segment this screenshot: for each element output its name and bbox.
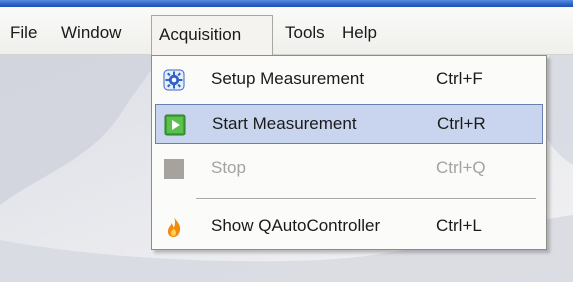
acquisition-dropdown-menu: Setup Measurement Ctrl+F Start Measureme… [151,55,547,250]
menu-acquisition[interactable]: Acquisition [151,15,273,55]
menu-item-label: Stop [211,158,246,177]
menu-bar: File Window Acquisition Tools Help [0,7,573,55]
menu-window[interactable]: Window [57,17,125,49]
menu-item-stop[interactable]: Stop Ctrl+Q [155,149,543,189]
menu-file[interactable]: File [6,17,41,49]
menu-item-label: Start Measurement [212,114,357,133]
menu-item-setup-measurement[interactable]: Setup Measurement Ctrl+F [155,60,543,100]
menu-item-label: Setup Measurement [211,69,365,88]
play-icon [164,114,186,136]
window-title-strip [0,0,573,7]
menu-item-shortcut: Ctrl+R [437,114,486,133]
menu-help[interactable]: Help [338,17,381,49]
menu-item-show-qautocontroller[interactable]: Show QAutoController Ctrl+L [155,207,543,247]
stop-icon [163,158,185,180]
menu-item-shortcut: Ctrl+L [436,216,482,235]
flame-icon [163,216,185,238]
menu-item-shortcut: Ctrl+Q [436,158,486,177]
menu-tools[interactable]: Tools [281,17,329,49]
menu-separator [196,198,536,200]
menu-item-shortcut: Ctrl+F [436,69,483,88]
menu-item-label: Show QAutoController [211,216,381,235]
gear-icon [163,69,185,91]
menu-item-start-measurement[interactable]: Start Measurement Ctrl+R [155,104,543,144]
